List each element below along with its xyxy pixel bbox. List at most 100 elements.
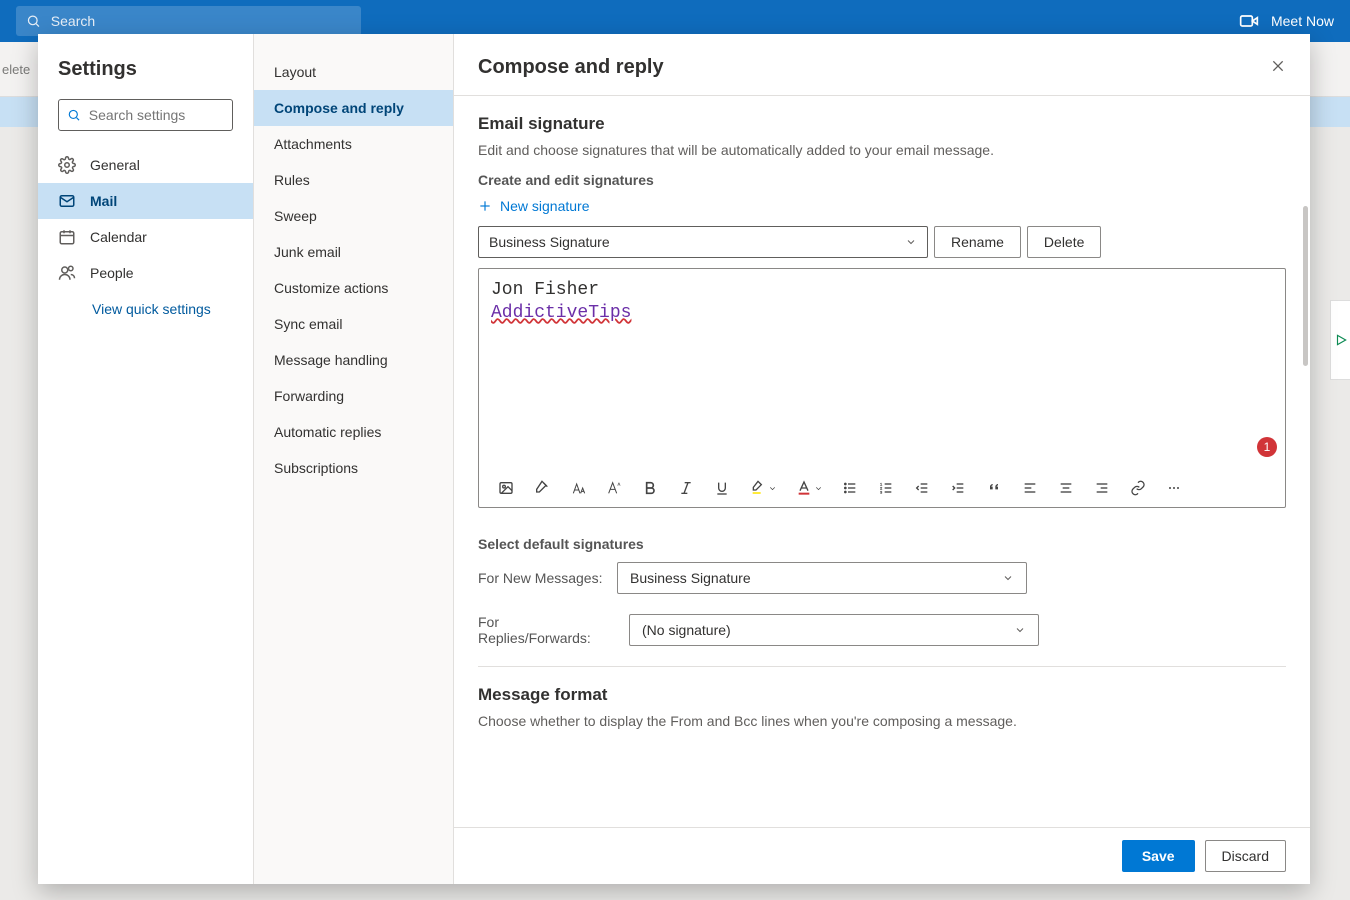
format-painter-button[interactable] <box>529 475 555 501</box>
font-size-icon: ˄ <box>606 480 622 496</box>
settings-content-column: Compose and reply Email signature Edit a… <box>454 34 1310 884</box>
gear-icon <box>58 156 76 174</box>
svg-text:˄: ˄ <box>617 482 620 488</box>
play-icon <box>1334 333 1348 347</box>
quote-icon <box>986 480 1002 496</box>
replies-forwards-value: (No signature) <box>642 622 731 638</box>
subnav-sweep[interactable]: Sweep <box>254 198 453 234</box>
discard-button[interactable]: Discard <box>1205 840 1286 872</box>
close-button[interactable] <box>1270 58 1286 77</box>
subnav-subscriptions[interactable]: Subscriptions <box>254 450 453 486</box>
category-general[interactable]: General <box>38 147 253 183</box>
people-icon <box>58 264 76 282</box>
signature-select[interactable]: Business Signature <box>478 226 928 258</box>
bold-button[interactable] <box>637 475 663 501</box>
quote-button[interactable] <box>981 475 1007 501</box>
outdent-button[interactable] <box>909 475 935 501</box>
insert-image-button[interactable] <box>493 475 519 501</box>
rename-button[interactable]: Rename <box>934 226 1021 258</box>
italic-icon <box>678 480 694 496</box>
number-list-icon: 123 <box>878 480 894 496</box>
close-icon <box>1270 58 1286 74</box>
chevron-down-icon <box>905 236 917 248</box>
subnav-rules[interactable]: Rules <box>254 162 453 198</box>
chevron-down-icon <box>768 484 777 493</box>
underline-icon <box>714 480 730 496</box>
subnav-junk-email[interactable]: Junk email <box>254 234 453 270</box>
mail-icon <box>58 192 76 210</box>
align-right-button[interactable] <box>1089 475 1115 501</box>
chevron-down-icon <box>1002 572 1014 584</box>
chevron-down-icon <box>1014 624 1026 636</box>
outdent-icon <box>914 480 930 496</box>
subnav-sync-email[interactable]: Sync email <box>254 306 453 342</box>
subnav-compose-and-reply[interactable]: Compose and reply <box>254 90 453 126</box>
category-label: People <box>90 265 134 281</box>
calendar-icon <box>58 228 76 246</box>
create-edit-heading: Create and edit signatures <box>478 172 1286 188</box>
align-right-icon <box>1094 480 1110 496</box>
italic-button[interactable] <box>673 475 699 501</box>
signature-text-area[interactable]: Jon Fisher AddictiveTips <box>479 269 1285 469</box>
scrollbar-thumb[interactable] <box>1303 206 1308 366</box>
signature-line-2: AddictiveTips <box>491 303 631 323</box>
new-signature-button[interactable]: New signature <box>478 198 1286 214</box>
subnav-layout[interactable]: Layout <box>254 54 453 90</box>
save-button[interactable]: Save <box>1122 840 1195 872</box>
email-signature-desc: Edit and choose signatures that will be … <box>478 142 1286 158</box>
category-label: Calendar <box>90 229 147 245</box>
view-quick-settings-link[interactable]: View quick settings <box>38 291 253 327</box>
delete-button[interactable]: Delete <box>1027 226 1101 258</box>
subnav-forwarding[interactable]: Forwarding <box>254 378 453 414</box>
chevron-down-icon <box>814 484 823 493</box>
numbering-button[interactable]: 123 <box>873 475 899 501</box>
more-options-button[interactable] <box>1161 475 1187 501</box>
message-format-heading: Message format <box>478 685 1286 705</box>
highlight-icon <box>750 480 766 496</box>
indent-button[interactable] <box>945 475 971 501</box>
global-search-input[interactable] <box>51 13 351 29</box>
align-left-button[interactable] <box>1017 475 1043 501</box>
replies-forwards-label: For Replies/Forwards: <box>478 614 603 646</box>
align-left-icon <box>1022 480 1038 496</box>
subnav-message-handling[interactable]: Message handling <box>254 342 453 378</box>
notification-badge[interactable]: 1 <box>1257 437 1277 457</box>
subnav-automatic-replies[interactable]: Automatic replies <box>254 414 453 450</box>
svg-text:3: 3 <box>880 489 883 494</box>
settings-search[interactable] <box>58 99 233 131</box>
underline-button[interactable] <box>709 475 735 501</box>
search-icon <box>67 107 81 123</box>
category-calendar[interactable]: Calendar <box>38 219 253 255</box>
message-format-desc: Choose whether to display the From and B… <box>478 713 1286 729</box>
highlight-button[interactable] <box>745 475 781 501</box>
search-icon <box>26 13 41 29</box>
indent-icon <box>950 480 966 496</box>
new-messages-select[interactable]: Business Signature <box>617 562 1027 594</box>
video-icon <box>1239 11 1259 31</box>
font-size-button[interactable]: ˄ <box>601 475 627 501</box>
category-people[interactable]: People <box>38 255 253 291</box>
settings-category-column: Settings General Mail Calendar People Vi… <box>38 34 254 884</box>
new-messages-label: For New Messages: <box>478 570 603 586</box>
default-signatures-heading: Select default signatures <box>478 536 1286 552</box>
bullets-button[interactable] <box>837 475 863 501</box>
replies-forwards-select[interactable]: (No signature) <box>629 614 1039 646</box>
settings-search-input[interactable] <box>89 107 224 123</box>
category-mail[interactable]: Mail <box>38 183 253 219</box>
signature-line-1: Jon Fisher <box>491 279 1273 302</box>
subnav-attachments[interactable]: Attachments <box>254 126 453 162</box>
link-button[interactable] <box>1125 475 1151 501</box>
new-signature-label: New signature <box>500 198 590 214</box>
global-search[interactable] <box>16 6 361 36</box>
bullet-list-icon <box>842 480 858 496</box>
side-panel-tab[interactable] <box>1330 300 1350 380</box>
email-signature-heading: Email signature <box>478 114 1286 134</box>
signature-editor[interactable]: Jon Fisher AddictiveTips 1 ˄ 123 <box>478 268 1286 508</box>
meet-now-button[interactable]: Meet Now <box>1239 11 1334 31</box>
subnav-customize-actions[interactable]: Customize actions <box>254 270 453 306</box>
font-color-button[interactable] <box>791 475 827 501</box>
category-label: General <box>90 157 140 173</box>
bold-icon <box>642 480 658 496</box>
align-center-button[interactable] <box>1053 475 1079 501</box>
font-button[interactable] <box>565 475 591 501</box>
